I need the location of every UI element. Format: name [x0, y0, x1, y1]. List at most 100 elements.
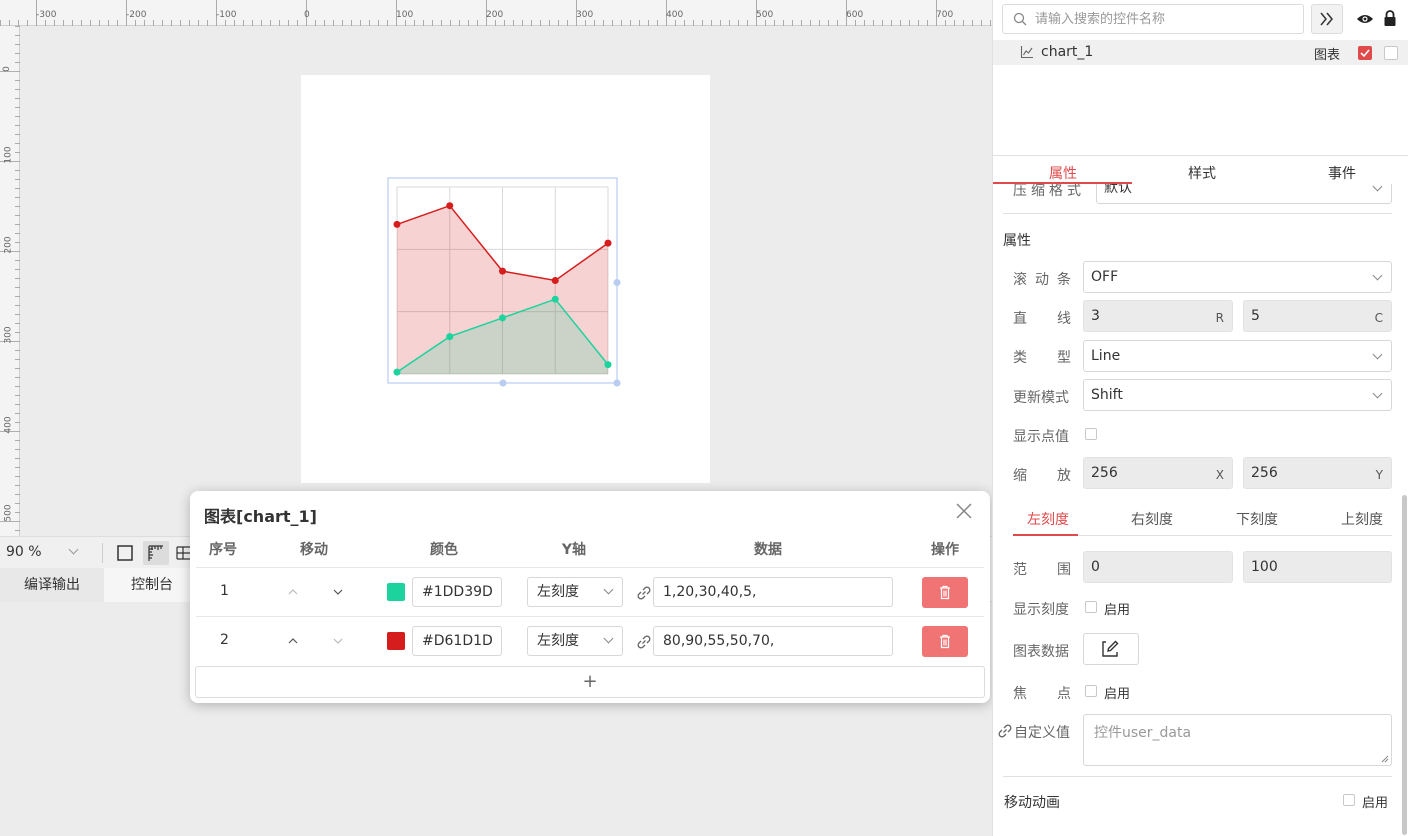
- edit-chart-data-button[interactable]: [1083, 633, 1139, 665]
- chevron-down-icon[interactable]: [331, 635, 345, 647]
- chevron-down-icon: [1372, 270, 1383, 281]
- data-point: [551, 277, 559, 284]
- row-index: 2: [220, 632, 229, 648]
- data-point: [446, 202, 454, 210]
- property-panel: chart_1 图表 属性 样式 事件 压缩格式 默认 属性 滚动条 OFF 直…: [992, 0, 1408, 836]
- divider: [1003, 213, 1392, 214]
- expand-button[interactable]: [1311, 4, 1343, 34]
- zoom-select[interactable]: 90 %: [6, 544, 42, 560]
- close-icon[interactable]: [954, 501, 974, 521]
- data-input[interactable]: 80,90,55,50,70,: [653, 626, 893, 656]
- type-select[interactable]: Line: [1083, 340, 1392, 372]
- chevron-up-icon[interactable]: [286, 635, 300, 647]
- chevron-down-icon: [1372, 184, 1383, 192]
- update-mode-select[interactable]: Shift: [1083, 379, 1392, 411]
- tab-console[interactable]: 控制台: [104, 568, 200, 602]
- chart-data-label: 图表数据: [1013, 644, 1069, 660]
- show-scale-checkbox[interactable]: [1085, 601, 1097, 613]
- range-min-input[interactable]: 0: [1083, 551, 1233, 583]
- link-icon[interactable]: [996, 722, 1014, 740]
- ruler-label: 600: [846, 10, 864, 20]
- chart-icon: [1020, 46, 1033, 59]
- zoom-y-value: 256: [1251, 465, 1278, 481]
- custom-label: 自定义值: [1014, 725, 1070, 741]
- lines-r-suffix: R: [1215, 311, 1224, 325]
- data-point: [499, 267, 506, 275]
- show-points-checkbox[interactable]: [1085, 428, 1097, 440]
- chart-series-dialog: 图表[chart_1] 序号 移动 颜色 Y轴 数据 操作 1 #1DD39D …: [190, 491, 990, 703]
- focus-checkbox[interactable]: [1085, 685, 1097, 697]
- chevron-down-icon[interactable]: [331, 586, 345, 598]
- update-mode-value: Shift: [1091, 387, 1123, 403]
- color-input[interactable]: #D61D1D: [412, 626, 502, 656]
- delete-button[interactable]: [922, 626, 968, 657]
- lock-checkbox[interactable]: [1384, 46, 1398, 60]
- add-series-button[interactable]: +: [195, 666, 985, 698]
- lock-icon[interactable]: [1383, 10, 1397, 27]
- section-title: 属性: [1003, 233, 1031, 249]
- ruler-label: 0: [304, 10, 310, 20]
- ruler-label: -200: [126, 10, 147, 20]
- link-icon[interactable]: [635, 633, 653, 651]
- ruler-label: 300: [576, 10, 594, 20]
- tree-item-chart[interactable]: chart_1 图表: [993, 40, 1408, 65]
- ruler-toggle-button[interactable]: [143, 541, 169, 565]
- eye-icon[interactable]: [1356, 12, 1374, 26]
- color-swatch[interactable]: [387, 583, 405, 601]
- lines-c-input[interactable]: 5 C: [1243, 300, 1392, 332]
- tab-top-scale[interactable]: 上刻度: [1341, 509, 1383, 529]
- header-move: 移动: [300, 542, 328, 558]
- tab-compile-output[interactable]: 编译输出: [0, 568, 104, 602]
- tab-left-scale[interactable]: 左刻度: [1027, 509, 1069, 529]
- lines-r-input[interactable]: 3 R: [1083, 300, 1233, 332]
- tab-properties[interactable]: 属性: [1049, 163, 1077, 183]
- resize-handle[interactable]: [499, 379, 507, 387]
- scrollbar-select[interactable]: OFF: [1083, 261, 1392, 293]
- grid-icon[interactable]: [176, 544, 190, 562]
- properties-content: 压缩格式 默认 属性 滚动条 OFF 直线 3 R 5 C 类型 Line 更新…: [993, 184, 1408, 836]
- chevron-up-icon[interactable]: [286, 586, 300, 598]
- design-page[interactable]: [301, 75, 710, 483]
- check-icon: [1360, 49, 1370, 58]
- zoom-y-input[interactable]: 256 Y: [1243, 457, 1392, 489]
- chevron-down-icon: [603, 584, 614, 595]
- yaxis-value: 左刻度: [537, 584, 579, 600]
- compress-select[interactable]: 默认: [1096, 184, 1392, 204]
- data-input[interactable]: 1,20,30,40,5,: [653, 577, 893, 607]
- table-row: 1 #1DD39D 左刻度 1,20,30,40,5,: [190, 568, 990, 616]
- color-swatch[interactable]: [387, 632, 405, 650]
- search-icon: [1013, 12, 1027, 26]
- range-max-input[interactable]: 100: [1243, 551, 1392, 583]
- show-points-label: 显示点值: [1013, 429, 1069, 445]
- edit-icon: [1102, 640, 1119, 657]
- link-icon[interactable]: [635, 584, 653, 602]
- custom-textarea[interactable]: 控件user_data: [1083, 714, 1392, 766]
- panel-scrollbar[interactable]: [1402, 495, 1407, 835]
- visible-checkbox[interactable]: [1358, 46, 1372, 60]
- move-anim-checkbox[interactable]: [1343, 794, 1355, 806]
- zoom-y-suffix: Y: [1375, 468, 1383, 482]
- chevron-down-icon[interactable]: [68, 544, 79, 555]
- update-mode-label: 更新模式: [1013, 390, 1069, 406]
- chart-widget[interactable]: [301, 75, 710, 483]
- ruler-label: 200: [486, 10, 504, 20]
- fit-screen-icon[interactable]: [116, 544, 134, 562]
- tab-bottom-scale[interactable]: 下刻度: [1236, 509, 1278, 529]
- ruler-icon: [148, 545, 163, 561]
- ruler-ticks: [0, 26, 20, 531]
- yaxis-select[interactable]: 左刻度: [527, 626, 623, 656]
- zoom-x-input[interactable]: 256 X: [1083, 457, 1233, 489]
- ruler-label: 200: [3, 236, 14, 254]
- tab-style[interactable]: 样式: [1188, 163, 1216, 183]
- tab-right-scale[interactable]: 右刻度: [1131, 509, 1173, 529]
- tab-events[interactable]: 事件: [1328, 163, 1356, 183]
- horizontal-ruler: -300 -200 -100 0 100 200 300 400 500 600…: [0, 0, 992, 26]
- resize-handle-icon[interactable]: [1381, 755, 1389, 763]
- yaxis-select[interactable]: 左刻度: [527, 577, 623, 607]
- resize-handle[interactable]: [613, 379, 621, 387]
- vertical-ruler: 0 100 200 300 400 500: [0, 26, 20, 536]
- search-input[interactable]: [1035, 9, 1295, 29]
- color-input[interactable]: #1DD39D: [412, 577, 502, 607]
- delete-button[interactable]: [922, 577, 968, 608]
- resize-handle[interactable]: [613, 279, 621, 286]
